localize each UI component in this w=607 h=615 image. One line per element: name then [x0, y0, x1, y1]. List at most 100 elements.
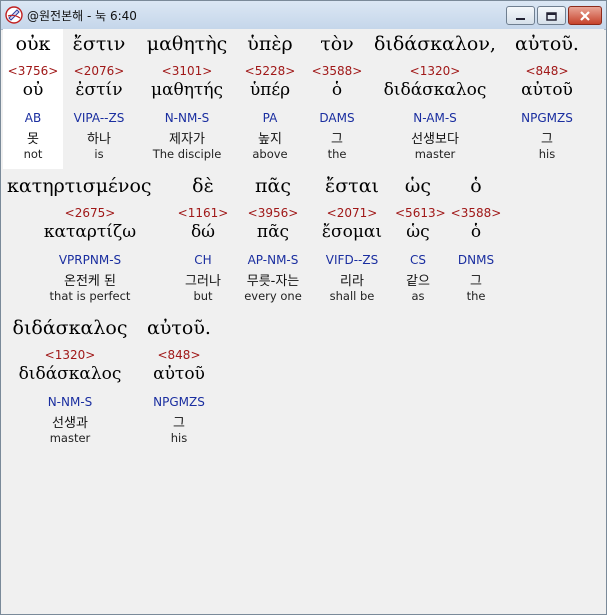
korean-gloss: 온전케 된 — [64, 274, 116, 289]
korean-gloss: 그 — [541, 132, 553, 147]
title-bar[interactable]: @원전본해 - 눅 6:40 — [1, 1, 606, 30]
greek-word: ἔστιν — [72, 33, 126, 55]
word-block[interactable]: ὡς <5613> ὡς CS 같으 as — [395, 171, 446, 311]
lemma: πᾶς — [256, 222, 290, 242]
strongs-number: <1320> — [44, 348, 96, 362]
greek-word: μαθητὴς — [146, 33, 228, 55]
word-block[interactable]: ἔσται <2071> ἔσομαι VIFD--ZS 리라 shall be — [315, 171, 389, 311]
word-block[interactable]: δὲ <1161> δώ CH 그러나 but — [175, 171, 231, 311]
maximize-icon — [546, 6, 557, 25]
english-gloss: that is perfect — [49, 289, 131, 303]
english-gloss: the — [327, 147, 347, 161]
word-block[interactable]: ὁ <3588> ὁ DNMS 그 the — [449, 171, 503, 311]
close-button[interactable] — [568, 6, 602, 25]
parsing-code: CS — [410, 253, 426, 267]
lemma: οὐ — [22, 80, 44, 100]
lemma: καταρτίζω — [43, 222, 137, 242]
word-block[interactable]: αὐτοῦ. <848> αὐτοῦ NPGMZS 그 his — [139, 313, 219, 453]
strongs-number: <3956> — [247, 206, 299, 220]
app-book-icon — [5, 6, 23, 24]
greek-word: δὲ — [192, 175, 214, 197]
parsing-code: AB — [24, 111, 42, 125]
strongs-number: <5228> — [244, 64, 296, 78]
lemma: διδάσκαλος — [18, 364, 122, 384]
word-block[interactable]: κατηρτισμένος <2675> καταρτίζω VPRPNM-S … — [7, 171, 173, 311]
parsing-code: NPGMZS — [153, 395, 205, 409]
parsing-code: PA — [262, 111, 278, 125]
english-gloss: his — [170, 431, 188, 445]
minimize-icon — [515, 6, 526, 25]
word-block[interactable]: πᾶς <3956> πᾶς AP-NM-S 무릇-자는 every one — [235, 171, 311, 311]
parsing-code: VIFD--ZS — [325, 253, 379, 267]
strongs-number: <848> — [157, 348, 201, 362]
parsing-code: DNMS — [457, 253, 495, 267]
korean-gloss: 무릇-자는 — [246, 274, 300, 289]
word-block[interactable]: μαθητὴς <3101> μαθητής N-NM-S 제자가 The di… — [139, 29, 235, 169]
greek-word: ὁ — [470, 175, 482, 197]
korean-gloss: 그 — [331, 132, 343, 147]
lemma: ὁ — [331, 80, 343, 100]
lemma: ἔσομαι — [321, 222, 383, 242]
greek-word: οὐκ — [15, 33, 51, 55]
korean-gloss: 하나 — [87, 132, 111, 147]
strongs-number: <5613> — [395, 206, 446, 220]
word-block[interactable]: διδάσκαλος <1320> διδάσκαλος N-NM-S 선생과 … — [7, 313, 133, 453]
english-gloss: but — [193, 289, 213, 303]
word-block[interactable]: διδάσκαλον, <1320> διδάσκαλος N-AM-S 선생보… — [369, 29, 501, 169]
word-block[interactable]: οὐκ <3756> οὐ AB 못 not — [3, 29, 63, 169]
parsing-code: N-NM-S — [47, 395, 93, 409]
lemma: ὁ — [470, 222, 482, 242]
strongs-number: <3588> — [450, 206, 502, 220]
lemma: διδάσκαλος — [383, 80, 487, 100]
parsing-code: N-AM-S — [413, 111, 457, 125]
strongs-number: <3101> — [161, 64, 213, 78]
english-gloss: every one — [244, 289, 302, 303]
interlinear-panel: οὐκ <3756> οὐ AB 못 not ἔστιν <2076> ἐστί… — [3, 29, 604, 612]
strongs-number: <1161> — [177, 206, 229, 220]
parsing-code: CH — [194, 253, 212, 267]
english-gloss: as — [411, 289, 425, 303]
word-block[interactable]: ὑπὲρ <5228> ὑπέρ PA 높지 above — [241, 29, 299, 169]
english-gloss: the — [466, 289, 486, 303]
lemma: αὐτοῦ — [521, 80, 573, 100]
english-gloss: master — [414, 147, 456, 161]
korean-gloss: 선생과 — [52, 416, 88, 431]
word-block[interactable]: ἔστιν <2076> ἐστίν VIPA--ZS 하나 is — [63, 29, 135, 169]
korean-gloss: 못 — [27, 132, 39, 147]
minimize-button[interactable] — [506, 6, 535, 25]
greek-word: αὐτοῦ. — [515, 33, 579, 55]
lemma: ὑπέρ — [249, 80, 291, 100]
greek-word: διδάσκαλος — [12, 317, 128, 339]
word-block[interactable]: τὸν <3588> ὁ DAMS 그 the — [309, 29, 365, 169]
parsing-code: N-NM-S — [164, 111, 210, 125]
parsing-code: VIPA--ZS — [73, 111, 125, 125]
greek-word: ὡς — [404, 175, 432, 197]
strongs-number: <2675> — [64, 206, 116, 220]
english-gloss: master — [49, 431, 91, 445]
parsing-code: NPGMZS — [521, 111, 573, 125]
english-gloss: is — [94, 147, 104, 161]
strongs-number: <2071> — [326, 206, 378, 220]
app-window: @원전본해 - 눅 6:40 οὐκ <3756> οὐ AB 못 not ἔσ… — [0, 0, 607, 615]
strongs-number: <3588> — [311, 64, 363, 78]
lemma: δώ — [190, 222, 216, 242]
lemma: ἐστίν — [75, 80, 123, 100]
korean-gloss: 높지 — [258, 132, 282, 147]
korean-gloss: 같으 — [406, 274, 430, 289]
lemma: μαθητής — [150, 80, 224, 100]
korean-gloss: 선생보다 — [411, 132, 459, 147]
strongs-number: <1320> — [409, 64, 461, 78]
strongs-number: <3756> — [7, 64, 59, 78]
lemma: ὡς — [406, 222, 430, 242]
korean-gloss: 제자가 — [169, 132, 205, 147]
greek-word: ἔσται — [325, 175, 379, 197]
parsing-code: VPRPNM-S — [58, 253, 122, 267]
maximize-button[interactable] — [537, 6, 566, 25]
greek-word: ὑπὲρ — [247, 33, 293, 55]
greek-word: διδάσκαλον, — [374, 33, 496, 55]
greek-word: αὐτοῦ. — [147, 317, 211, 339]
parsing-code: AP-NM-S — [247, 253, 299, 267]
close-icon — [579, 6, 591, 25]
word-block[interactable]: αὐτοῦ. <848> αὐτοῦ NPGMZS 그 his — [507, 29, 587, 169]
lemma: αὐτοῦ — [153, 364, 205, 384]
